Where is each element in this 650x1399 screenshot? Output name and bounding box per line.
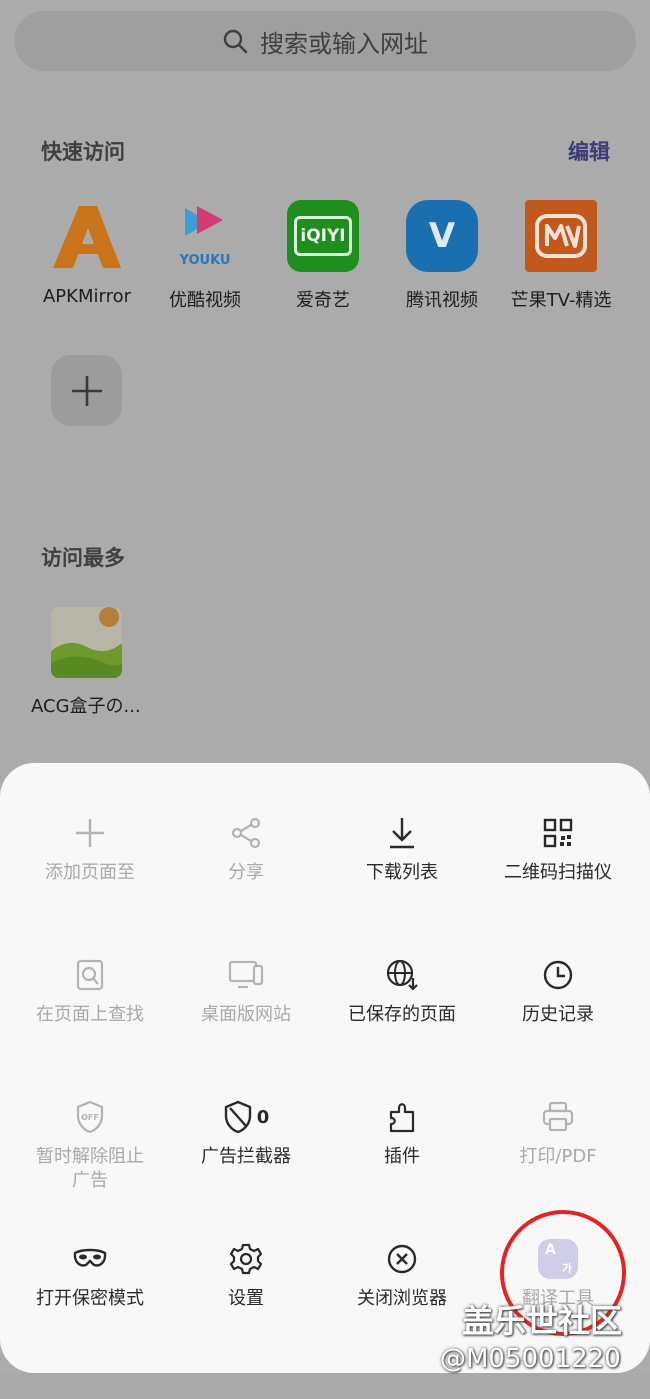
mango-tv-logo (525, 200, 597, 272)
menu-temp-unblock-ads[interactable]: OFF 暂时解除阻止广告 (12, 1099, 168, 1193)
add-quick-access-button[interactable] (51, 355, 122, 426)
menu-qr-scanner[interactable]: 二维码扫描仪 (480, 815, 636, 885)
menu-close-browser[interactable]: 关闭浏览器 (324, 1241, 480, 1311)
menu-settings[interactable]: 设置 (168, 1241, 324, 1311)
menu-ad-blocker[interactable]: 0 广告拦截器 (168, 1099, 324, 1169)
plus-icon (71, 375, 102, 406)
quick-access-title: 快速访问 (41, 140, 125, 164)
quick-access-tencent-video[interactable]: V 腾讯视频 (382, 200, 502, 312)
menu-label: 已保存的页面 (348, 1004, 456, 1025)
menu-saved-pages[interactable]: 已保存的页面 (324, 957, 480, 1027)
menu-add-page-to[interactable]: 添加页面至 (12, 815, 168, 885)
menu-label: 历史记录 (522, 1004, 594, 1025)
find-in-page-icon (76, 959, 104, 991)
menu-print-pdf[interactable]: 打印/PDF (480, 1099, 636, 1169)
apkmirror-logo (51, 200, 123, 272)
ad-blocked-count: 0 (256, 1106, 270, 1128)
search-icon (223, 29, 248, 54)
search-placeholder: 搜索或输入网址 (260, 29, 428, 58)
youku-logo-text: YOUKU (179, 253, 231, 268)
mask-icon (73, 1248, 107, 1267)
quick-access-mango-tv[interactable]: 芒果TV-精选 (501, 200, 621, 312)
menu-label: 暂时解除阻止广告 (36, 1146, 144, 1191)
quick-access-label: 腾讯视频 (406, 290, 478, 311)
plus-icon (76, 819, 104, 847)
search-bar[interactable]: 搜索或输入网址 (14, 11, 636, 71)
menu-share[interactable]: 分享 (168, 815, 324, 885)
image-placeholder-icon (51, 607, 122, 678)
iqiyi-logo: iQIYI (287, 200, 359, 272)
quick-access-label: 芒果TV-精选 (510, 290, 612, 311)
clock-icon (543, 960, 573, 990)
menu-label: 广告拦截器 (201, 1146, 291, 1167)
menu-label: 下载列表 (366, 862, 438, 883)
menu-secret-mode[interactable]: 打开保密模式 (12, 1241, 168, 1311)
menu-label: 二维码扫描仪 (504, 862, 612, 883)
menu-plugins[interactable]: 插件 (324, 1099, 480, 1169)
tencent-logo-text: V (428, 216, 456, 256)
quick-access-label: 爱奇艺 (296, 290, 350, 311)
quick-access-iqiyi[interactable]: iQIYI 爱奇艺 (263, 200, 383, 312)
qr-code-icon (543, 818, 573, 848)
most-visited-label: ACG盒子の... (31, 696, 141, 717)
most-visited-thumbnail[interactable] (51, 607, 122, 678)
watermark-handle: @M05001220 (440, 1344, 621, 1374)
edit-button[interactable]: 编辑 (568, 136, 610, 166)
menu-history[interactable]: 历史记录 (480, 957, 636, 1027)
menu-label: 插件 (384, 1146, 420, 1167)
menu-label: 添加页面至 (45, 862, 135, 883)
menu-label: 设置 (228, 1288, 264, 1309)
share-icon (231, 817, 261, 849)
quick-access-label: 优酷视频 (169, 290, 241, 311)
quick-access-apkmirror[interactable]: APKMirror (27, 200, 147, 307)
menu-label: 分享 (228, 862, 264, 883)
watermark-title: 盖乐世社区 (462, 1302, 623, 1340)
navigation-bar (0, 1373, 650, 1399)
menu-label: 在页面上查找 (36, 1004, 144, 1025)
youku-logo: YOUKU (169, 200, 241, 272)
printer-icon (542, 1101, 574, 1132)
most-visited-title: 访问最多 (41, 546, 125, 570)
menu-desktop-site[interactable]: 桌面版网站 (168, 957, 324, 1027)
menu-label: 关闭浏览器 (357, 1288, 447, 1309)
menu-label: 打印/PDF (519, 1146, 597, 1167)
close-circle-icon (387, 1244, 417, 1274)
saved-pages-icon (386, 959, 418, 991)
desktop-icon (228, 960, 264, 989)
menu-label: 桌面版网站 (201, 1004, 291, 1025)
iqiyi-logo-text: iQIYI (300, 226, 346, 246)
gear-icon (230, 1243, 262, 1275)
puzzle-icon (389, 1103, 415, 1133)
download-icon (390, 818, 414, 849)
tencent-video-logo: V (406, 200, 478, 272)
shield-off-badge: OFF (81, 1112, 99, 1122)
quick-access-label: APKMirror (42, 286, 131, 307)
menu-find-in-page[interactable]: 在页面上查找 (12, 957, 168, 1027)
menu-label: 打开保密模式 (36, 1288, 144, 1309)
quick-access-youku[interactable]: YOUKU 优酷视频 (145, 200, 265, 312)
shield-icon (224, 1100, 251, 1134)
menu-download-list[interactable]: 下载列表 (324, 815, 480, 885)
